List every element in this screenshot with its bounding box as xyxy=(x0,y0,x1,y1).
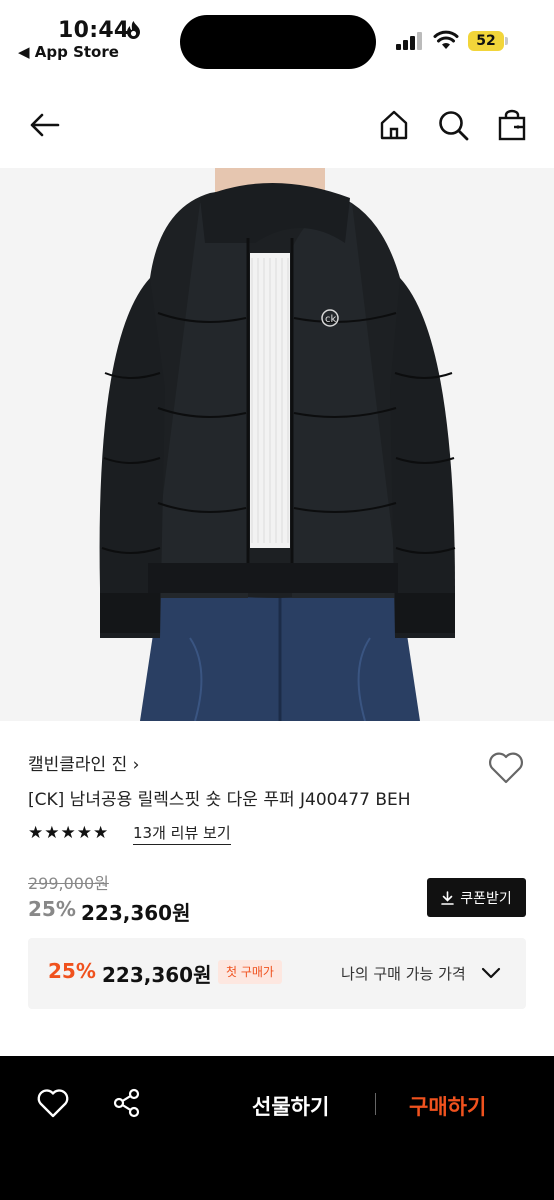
first-purchase-badge: 첫 구매가 xyxy=(218,960,282,984)
status-bar: 10:44 ◀ App Store 52 xyxy=(0,0,554,80)
gift-button[interactable]: 선물하기 xyxy=(252,1091,329,1121)
download-icon xyxy=(441,890,455,905)
wifi-icon xyxy=(433,30,459,49)
wishlist-heart-icon[interactable] xyxy=(487,749,525,785)
sale-price: 223,360원 xyxy=(81,901,191,925)
shopping-bag-icon[interactable] xyxy=(495,108,529,142)
back-to-app-store[interactable]: ◀ App Store xyxy=(18,43,119,61)
share-icon[interactable] xyxy=(110,1086,144,1120)
star-icon: ★ xyxy=(28,823,44,843)
bottom-divider xyxy=(375,1093,376,1115)
brand-name: 캘빈클라인 진 xyxy=(28,755,128,775)
back-arrow-icon[interactable] xyxy=(27,108,61,142)
heart-icon[interactable] xyxy=(36,1086,70,1120)
search-icon[interactable] xyxy=(436,108,470,142)
star-icon: ★ xyxy=(93,823,109,843)
rating-stars: ★ ★ ★ ★ ★ xyxy=(28,822,108,844)
status-time: 10:44 xyxy=(58,18,130,43)
star-icon: ★ xyxy=(76,823,92,843)
my-available-price-label: 나의 구매 가능 가격 xyxy=(341,965,466,983)
star-icon: ★ xyxy=(60,823,76,843)
svg-text:ck: ck xyxy=(325,314,336,325)
first-purchase-price-box[interactable]: 25% 223,360원 첫 구매가 나의 구매 가능 가격 xyxy=(28,938,526,1009)
battery-tip xyxy=(505,37,508,45)
first-purchase-price: 223,360원 xyxy=(102,963,212,987)
buy-button[interactable]: 구매하기 xyxy=(409,1091,486,1121)
battery-indicator: 52 xyxy=(468,31,504,51)
bottom-action-bar: 선물하기 구매하기 xyxy=(0,1056,554,1200)
dynamic-island xyxy=(180,15,376,69)
product-name: [CK] 남녀공용 릴렉스핏 숏 다운 푸퍼 J400477 BEH xyxy=(28,790,411,810)
home-icon[interactable] xyxy=(377,108,411,142)
coupon-button[interactable]: 쿠폰받기 xyxy=(427,878,526,917)
star-icon: ★ xyxy=(44,823,60,843)
chevron-right-icon: › xyxy=(132,755,140,775)
puffer-jacket-illustration: ck xyxy=(0,168,554,721)
first-purchase-discount: 25% xyxy=(48,959,96,983)
top-navigation xyxy=(0,95,554,157)
chevron-down-icon[interactable] xyxy=(480,962,502,984)
flame-icon xyxy=(127,21,140,39)
product-image[interactable]: ck xyxy=(0,168,554,721)
discount-rate: 25% xyxy=(28,897,76,921)
original-price: 299,000원 xyxy=(28,874,109,893)
review-link[interactable]: 13개 리뷰 보기 xyxy=(133,822,231,845)
brand-link[interactable]: 캘빈클라인 진 › xyxy=(28,750,139,775)
coupon-button-label: 쿠폰받기 xyxy=(460,890,512,907)
cellular-signal-icon xyxy=(396,32,422,50)
